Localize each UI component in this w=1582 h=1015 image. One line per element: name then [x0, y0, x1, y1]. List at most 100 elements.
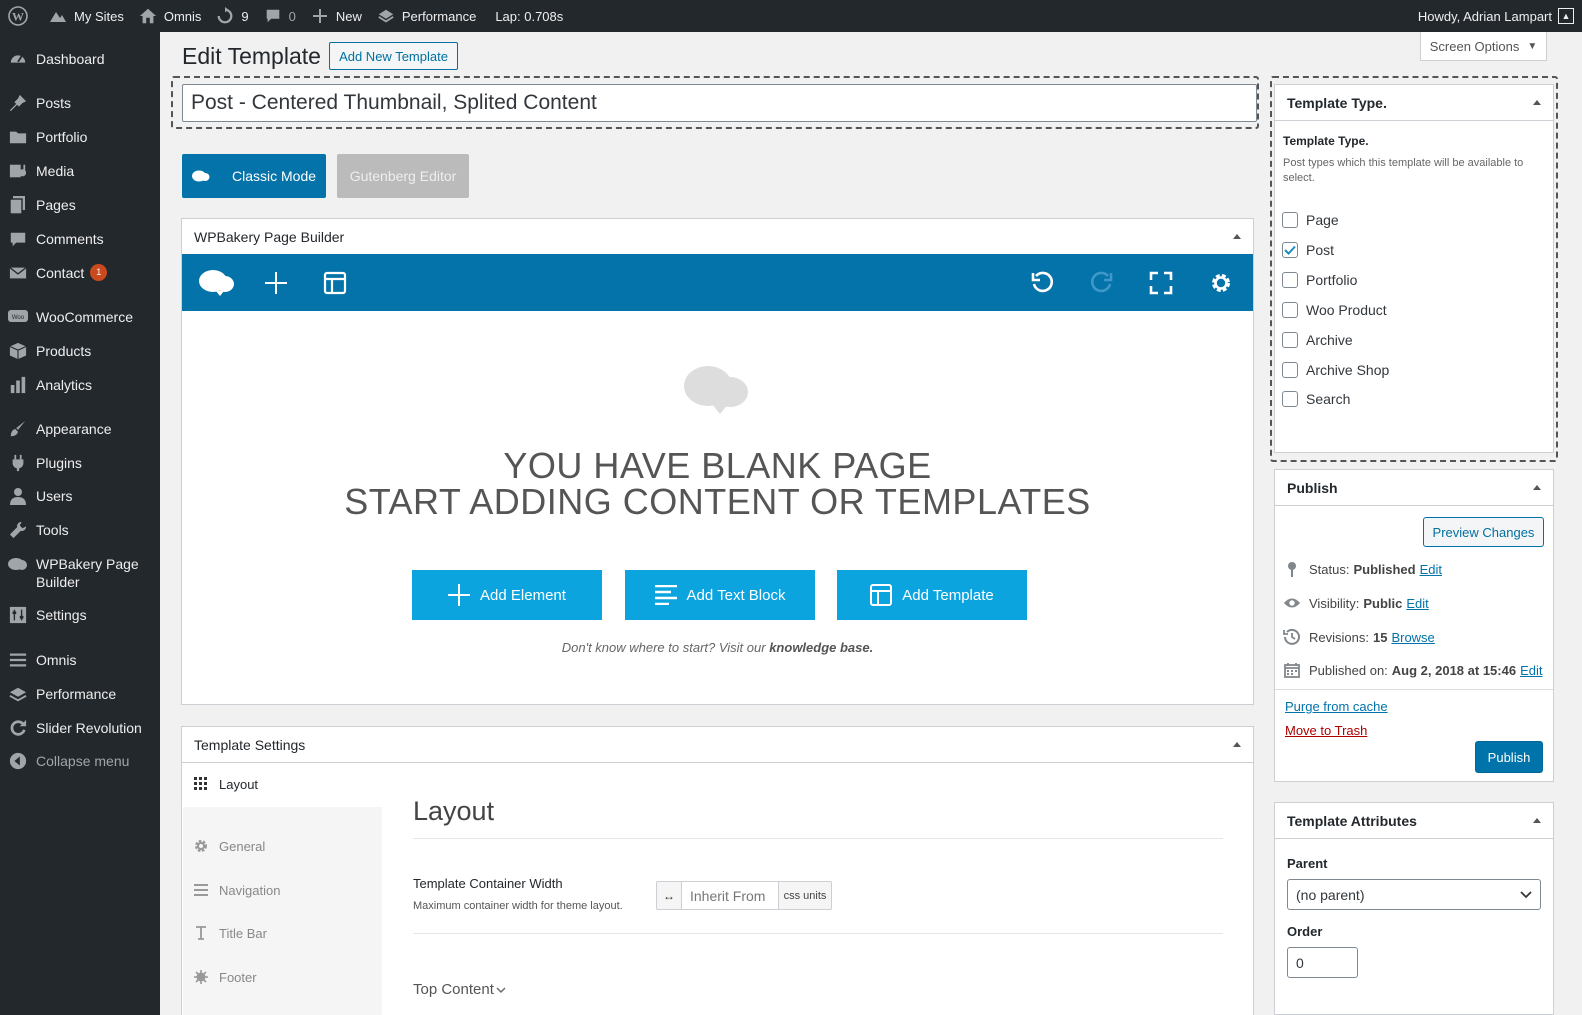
templates-icon[interactable] — [320, 268, 350, 298]
site-name-link[interactable]: Omnis — [131, 0, 209, 32]
publish-button[interactable]: Publish — [1475, 741, 1543, 773]
post-type-option-archive[interactable]: Archive — [1282, 332, 1353, 348]
post-type-option-post[interactable]: Post — [1282, 242, 1334, 258]
menu-item-pages[interactable]: Pages — [0, 195, 162, 215]
menu-item-plugins[interactable]: Plugins — [0, 453, 162, 473]
menu-item-label: Products — [36, 343, 92, 359]
tab-layout[interactable]: Layout — [193, 776, 258, 792]
redo-icon[interactable] — [1087, 268, 1117, 298]
add-text-block-button[interactable]: Add Text Block — [625, 570, 815, 620]
add-new-template-button[interactable]: Add New Template — [329, 42, 458, 70]
preview-changes-button[interactable]: Preview Changes — [1423, 517, 1544, 547]
avatar[interactable]: ▲ — [1558, 8, 1574, 24]
wpbakery-logo-icon[interactable] — [198, 268, 236, 298]
collapse-toggle-icon[interactable] — [1533, 485, 1541, 490]
parent-select[interactable]: (no parent) — [1287, 879, 1541, 910]
comments-link[interactable]: 0 — [256, 0, 303, 32]
collapse-toggle-icon[interactable] — [1533, 100, 1541, 105]
undo-icon[interactable] — [1027, 268, 1057, 298]
menu-item-dashboard[interactable]: Dashboard — [0, 49, 162, 69]
chevron-down-icon — [496, 986, 506, 994]
fullscreen-icon[interactable] — [1146, 268, 1176, 298]
checkbox-label: Archive Shop — [1306, 362, 1390, 378]
checkbox[interactable] — [1282, 272, 1298, 288]
publish-header[interactable]: Publish — [1275, 470, 1553, 506]
container-width-input[interactable]: Inherit From — [682, 882, 779, 909]
tab-general[interactable]: General — [193, 838, 265, 854]
checkbox[interactable] — [1282, 332, 1298, 348]
classic-mode-button[interactable]: Classic Mode — [182, 154, 326, 198]
updates-link[interactable]: 9 — [208, 0, 255, 32]
tab-footer[interactable]: Footer — [193, 969, 257, 985]
comment-bubble-icon — [263, 6, 283, 26]
knowledge-base-link[interactable]: knowledge base. — [769, 640, 873, 655]
menu-item-comments[interactable]: Comments — [0, 229, 162, 249]
menu-item-tools[interactable]: Tools — [0, 520, 162, 540]
tab-title-bar[interactable]: Title Bar — [193, 925, 267, 941]
collapse-toggle-icon[interactable] — [1533, 818, 1541, 823]
wordpress-logo-button[interactable]: W — [0, 0, 41, 32]
performance-link[interactable]: Performance — [369, 0, 483, 32]
checkbox[interactable] — [1282, 362, 1298, 378]
menu-item-wpbakery-page-builder[interactable]: WPBakery Page Builder — [0, 554, 162, 591]
menu-item-settings[interactable]: Settings — [0, 605, 162, 625]
menu-item-contact[interactable]: Contact 1 — [0, 263, 115, 283]
post-type-option-archive-shop[interactable]: Archive Shop — [1282, 362, 1389, 378]
browse-revisions-link[interactable]: Browse — [1391, 630, 1434, 645]
menu-item-woocommerce[interactable]: Woo WooCommerce — [0, 307, 162, 327]
checkbox[interactable] — [1282, 302, 1298, 318]
post-type-option-woo-product[interactable]: Woo Product — [1282, 302, 1387, 318]
edit-date-link[interactable]: Edit — [1520, 663, 1542, 678]
settings-gear-icon[interactable] — [1206, 268, 1236, 298]
menu-item-media[interactable]: Media — [0, 161, 162, 181]
add-template-button[interactable]: Add Template — [837, 570, 1027, 620]
order-input[interactable]: 0 — [1287, 947, 1358, 978]
checkbox-label: Post — [1306, 242, 1335, 258]
move-to-trash-link[interactable]: Move to Trash — [1285, 723, 1367, 738]
purge-cache-link[interactable]: Purge from cache — [1285, 699, 1388, 714]
edit-visibility-link[interactable]: Edit — [1406, 596, 1428, 611]
menu-item-slider-revolution[interactable]: Slider Revolution — [0, 718, 162, 738]
add-element-plus-icon[interactable] — [261, 268, 291, 298]
top-content-section[interactable]: Top Content — [413, 981, 506, 998]
menu-item-label: Settings — [36, 607, 87, 623]
checkbox[interactable] — [1282, 242, 1298, 258]
post-type-option-portfolio[interactable]: Portfolio — [1282, 272, 1357, 288]
collapse-toggle-icon[interactable] — [1233, 742, 1241, 747]
menu-item-collapse-menu[interactable]: Collapse menu — [0, 751, 162, 771]
template-settings-header[interactable]: Template Settings — [182, 727, 1253, 763]
star-burst-icon — [193, 969, 209, 985]
menu-item-appearance[interactable]: Appearance — [0, 419, 162, 439]
post-type-option-page[interactable]: Page — [1282, 212, 1339, 228]
screen-options-button[interactable]: Screen Options ▼ — [1420, 32, 1547, 61]
collapse-toggle-icon[interactable] — [1233, 234, 1241, 239]
menu-item-posts[interactable]: Posts — [0, 93, 162, 113]
menu-item-omnis[interactable]: Omnis — [0, 650, 162, 670]
template-attributes-header[interactable]: Template Attributes — [1275, 803, 1553, 839]
folder-icon — [8, 127, 28, 147]
my-sites-link[interactable]: My Sites — [41, 0, 131, 32]
css-units-label: css units — [783, 889, 827, 902]
sites-icon — [48, 6, 68, 26]
plug-icon — [8, 453, 28, 473]
edit-status-link[interactable]: Edit — [1420, 562, 1442, 577]
checkbox[interactable] — [1282, 391, 1298, 407]
menu-item-users[interactable]: Users — [0, 486, 162, 506]
tab-navigation[interactable]: Navigation — [193, 882, 280, 898]
post-type-option-search[interactable]: Search — [1282, 391, 1350, 407]
menu-item-performance[interactable]: Performance — [0, 684, 162, 704]
gutenberg-editor-button[interactable]: Gutenberg Editor — [337, 154, 469, 198]
menu-item-products[interactable]: Products — [0, 341, 162, 361]
new-content-link[interactable]: New — [303, 0, 369, 32]
page-title: Edit Template — [182, 43, 321, 69]
post-title-input[interactable]: Post - Centered Thumbnail, Splited Conte… — [182, 84, 1257, 122]
notification-badge: 1 — [90, 264, 108, 281]
comment-icon — [8, 229, 28, 249]
add-element-button[interactable]: Add Element — [412, 570, 602, 620]
menu-item-analytics[interactable]: Analytics — [0, 375, 162, 395]
template-type-header[interactable]: Template Type. — [1275, 85, 1553, 121]
wpbakery-header[interactable]: WPBakery Page Builder — [182, 219, 1253, 255]
checkbox[interactable] — [1282, 212, 1298, 228]
menu-item-portfolio[interactable]: Portfolio — [0, 127, 162, 147]
howdy-user[interactable]: Howdy, Adrian Lampart — [1418, 9, 1552, 24]
